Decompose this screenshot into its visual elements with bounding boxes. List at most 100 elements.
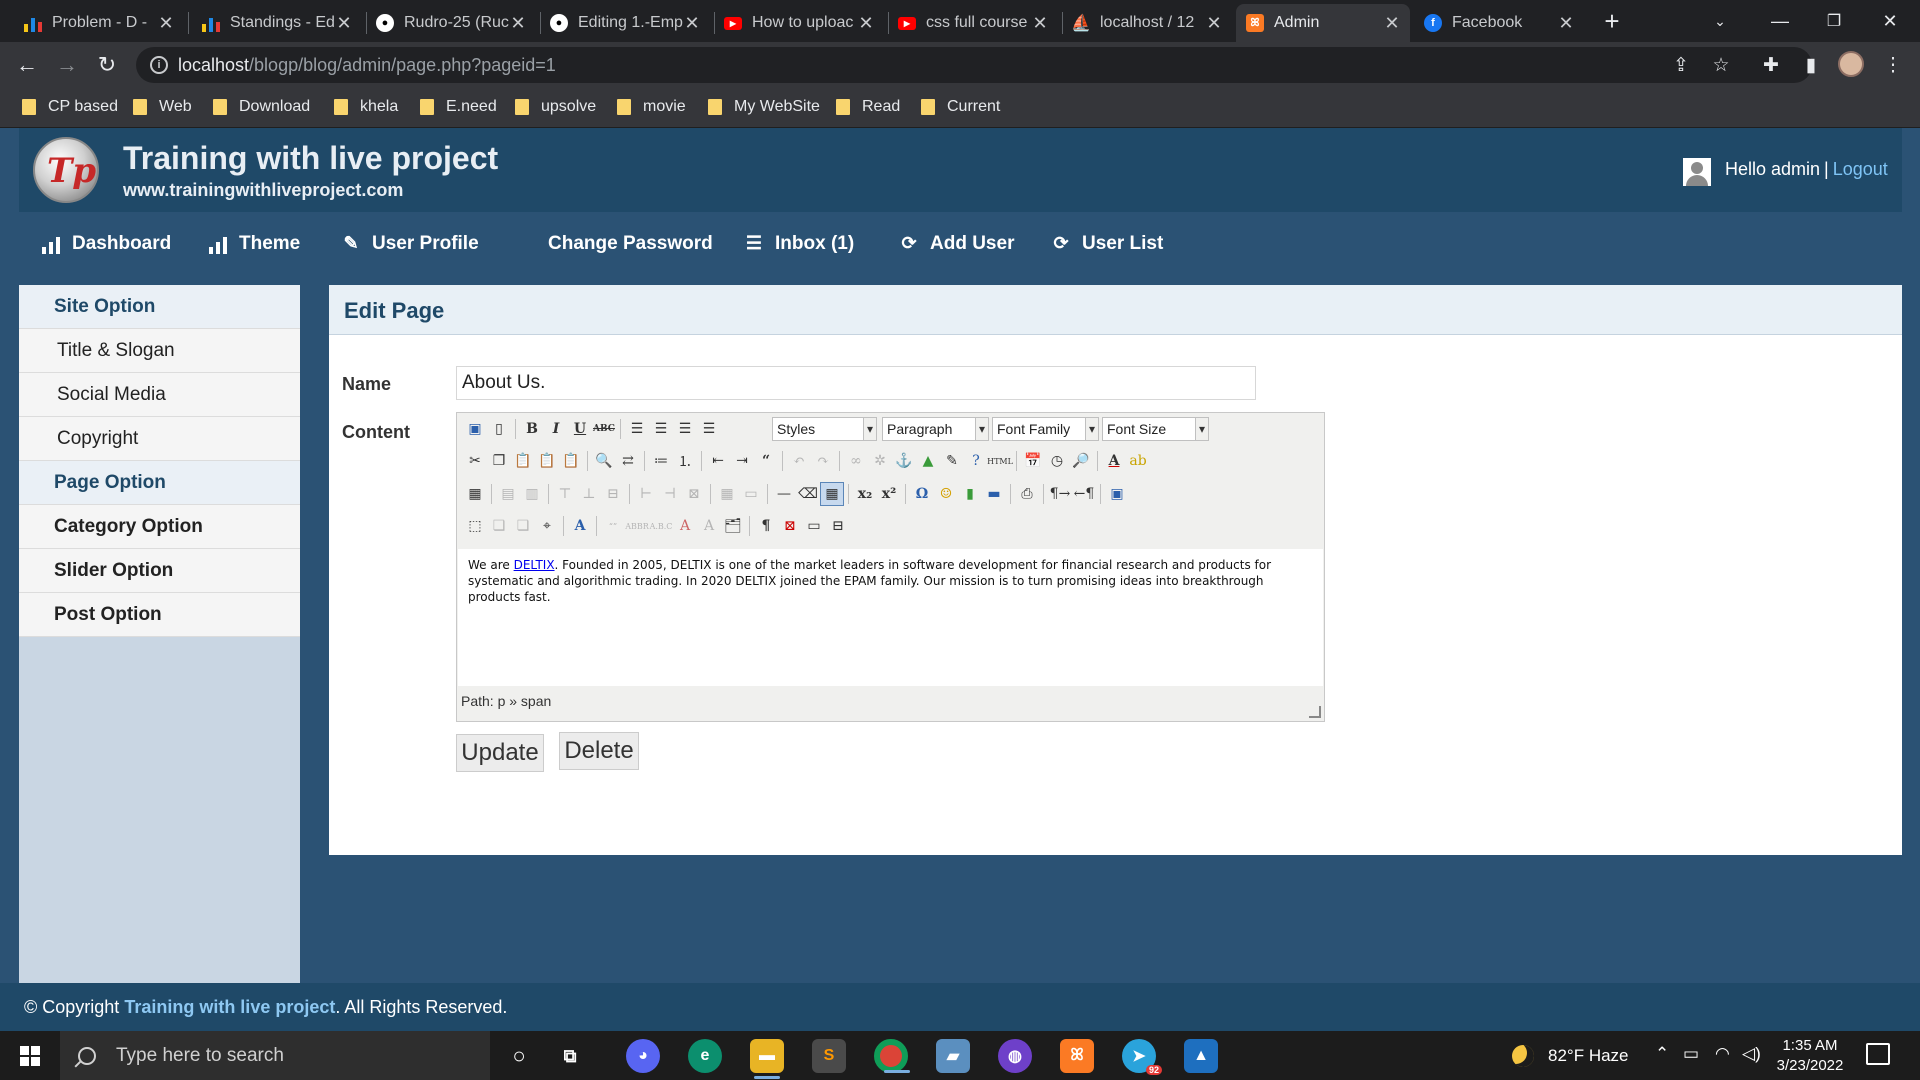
weather-widget[interactable]: 82°F Haze bbox=[1512, 1045, 1629, 1067]
taskbar-search-box[interactable]: Type here to search bbox=[60, 1031, 490, 1080]
align-center-icon[interactable]: ☰ bbox=[649, 417, 673, 441]
cut-icon[interactable]: ✂ bbox=[463, 449, 487, 473]
close-tab-icon[interactable]: ✕ bbox=[1558, 13, 1574, 34]
move-backward-icon[interactable]: ❏ bbox=[511, 514, 535, 538]
bookmark-folder[interactable]: Current bbox=[921, 98, 1000, 116]
bookmark-folder[interactable]: Download bbox=[213, 98, 310, 116]
bookmark-folder[interactable]: CP based bbox=[22, 98, 118, 116]
delete-text-icon[interactable]: A bbox=[673, 514, 697, 538]
update-button[interactable]: Update bbox=[456, 734, 544, 772]
acronym-icon[interactable]: A.B.C bbox=[649, 514, 673, 538]
sidebar-heading-slider-option[interactable]: Slider Option bbox=[19, 549, 300, 593]
page-break-icon[interactable]: ⊟ bbox=[826, 514, 850, 538]
bullet-list-icon[interactable]: ≔ bbox=[649, 449, 673, 473]
profile-avatar[interactable] bbox=[1838, 51, 1864, 77]
side-panel-icon[interactable]: ▮ bbox=[1798, 52, 1824, 78]
nav-dashboard[interactable]: Dashboard bbox=[40, 233, 171, 255]
sidebar-item-title-slogan[interactable]: Title & Slogan bbox=[19, 329, 300, 373]
underline-icon[interactable]: U bbox=[568, 417, 592, 441]
subscript-icon[interactable]: x₂ bbox=[853, 482, 877, 506]
close-window-button[interactable]: ✕ bbox=[1862, 0, 1918, 42]
visual-aid-icon[interactable]: ▦ bbox=[820, 482, 844, 506]
bookmark-folder[interactable]: Web bbox=[133, 98, 192, 116]
style-props-icon[interactable]: A bbox=[568, 514, 592, 538]
row-before-icon[interactable]: ⊤ bbox=[553, 482, 577, 506]
browser-tab[interactable]: ⛵ localhost / 12 ✕ bbox=[1062, 4, 1232, 42]
task-view-icon[interactable]: ⧉ bbox=[553, 1039, 587, 1073]
photos-icon[interactable]: ▲ bbox=[1184, 1039, 1218, 1073]
media-icon[interactable]: ▮ bbox=[958, 482, 982, 506]
insert-time-icon[interactable]: ◷ bbox=[1045, 449, 1069, 473]
browser-tab[interactable]: ▶ How to uploac ✕ bbox=[714, 4, 884, 42]
redo-icon[interactable]: ↷ bbox=[811, 449, 835, 473]
forward-arrow-icon[interactable]: → bbox=[52, 50, 82, 80]
file-explorer-icon[interactable]: ▬ bbox=[750, 1039, 784, 1079]
align-justify-icon[interactable]: ☰ bbox=[697, 417, 721, 441]
emoticon-icon[interactable]: ☺ bbox=[934, 482, 958, 506]
align-right-icon[interactable]: ☰ bbox=[673, 417, 697, 441]
nav-change-password[interactable]: Change Password bbox=[548, 233, 713, 255]
browser-tab[interactable]: ● Editing 1.-Emp ✕ bbox=[540, 4, 710, 42]
new-document-icon[interactable]: ▯ bbox=[487, 417, 511, 441]
sidebar-heading-post-option[interactable]: Post Option bbox=[19, 593, 300, 637]
back-arrow-icon[interactable]: ← bbox=[12, 50, 42, 80]
special-char-icon[interactable]: Ω bbox=[910, 482, 934, 506]
insert-date-icon[interactable]: 📅 bbox=[1021, 449, 1045, 473]
logout-link[interactable]: Logout bbox=[1833, 159, 1888, 179]
telegram-icon[interactable]: ➤ 92 bbox=[1122, 1039, 1162, 1075]
bookmark-folder[interactable]: My WebSite bbox=[708, 98, 820, 116]
horizontal-rule-icon[interactable]: — bbox=[772, 482, 796, 506]
align-left-icon[interactable]: ☰ bbox=[625, 417, 649, 441]
resize-handle-icon[interactable] bbox=[1309, 706, 1321, 718]
browser-tab[interactable]: ▶ css full course ✕ bbox=[888, 4, 1058, 42]
font-family-select[interactable]: Font Family bbox=[992, 417, 1099, 441]
chrome-icon[interactable] bbox=[874, 1039, 910, 1073]
insert-layer-icon[interactable]: ⬚ bbox=[463, 514, 487, 538]
col-before-icon[interactable]: ⊢ bbox=[634, 482, 658, 506]
html-source-icon[interactable]: HTML bbox=[987, 449, 1013, 473]
save-icon[interactable]: ▣ bbox=[463, 417, 487, 441]
image-icon[interactable]: ▲ bbox=[916, 449, 940, 473]
remove-format-icon[interactable]: ⌫ bbox=[796, 482, 820, 506]
col-after-icon[interactable]: ⊣ bbox=[658, 482, 682, 506]
close-tab-icon[interactable]: ✕ bbox=[858, 13, 874, 34]
paste-word-icon[interactable]: 📋 bbox=[559, 449, 583, 473]
anchor-icon[interactable]: ⚓ bbox=[892, 449, 916, 473]
browser-tab[interactable]: Standings - Ed ✕ bbox=[192, 4, 362, 42]
find-icon[interactable]: 🔍 bbox=[592, 449, 616, 473]
tab-search-icon[interactable]: ⌄ bbox=[1692, 0, 1748, 42]
editor-content-area[interactable]: We are DELTIX. Founded in 2005, DELTIX i… bbox=[458, 549, 1323, 686]
close-tab-icon[interactable]: ✕ bbox=[510, 13, 526, 34]
nav-inbox[interactable]: ☰ Inbox (1) bbox=[743, 233, 854, 255]
sidebar-heading-site-option[interactable]: Site Option bbox=[19, 285, 300, 329]
insert-table-icon[interactable]: ▦ bbox=[463, 482, 487, 506]
insert-text-icon[interactable]: A bbox=[697, 514, 721, 538]
advanced-hr-icon[interactable]: ▬ bbox=[982, 482, 1006, 506]
bookmark-folder[interactable]: movie bbox=[617, 98, 686, 116]
edge-icon[interactable]: e bbox=[688, 1039, 722, 1073]
non-breaking-icon[interactable]: ⊠ bbox=[778, 514, 802, 538]
text-color-icon[interactable]: A bbox=[1102, 449, 1126, 473]
page-name-input[interactable] bbox=[456, 366, 1256, 400]
unlink-icon[interactable]: ✲ bbox=[868, 449, 892, 473]
paragraph-select[interactable]: Paragraph bbox=[882, 417, 989, 441]
paste-icon[interactable]: 📋 bbox=[511, 449, 535, 473]
xampp-icon[interactable]: ꕤ bbox=[1060, 1039, 1094, 1073]
new-tab-button[interactable]: + bbox=[1584, 0, 1640, 42]
undo-icon[interactable]: ↶ bbox=[787, 449, 811, 473]
bookmark-folder[interactable]: E.need bbox=[420, 98, 497, 116]
delete-col-icon[interactable]: ⊠ bbox=[682, 482, 706, 506]
outdent-icon[interactable]: ⇤ bbox=[706, 449, 730, 473]
highlight-color-icon[interactable]: ab bbox=[1126, 449, 1150, 473]
browser-tab[interactable]: ● Rudro-25 (Ruc ✕ bbox=[366, 4, 536, 42]
close-tab-icon[interactable]: ✕ bbox=[684, 13, 700, 34]
windows-start-button[interactable] bbox=[0, 1031, 60, 1080]
nav-user-profile[interactable]: ✎ User Profile bbox=[340, 233, 478, 255]
print-icon[interactable]: ⎙ bbox=[1015, 482, 1039, 506]
rtl-icon[interactable]: ←¶ bbox=[1072, 482, 1096, 506]
cite-icon[interactable]: “” bbox=[601, 514, 625, 538]
notification-center-icon[interactable] bbox=[1866, 1043, 1890, 1065]
blockquote-icon[interactable]: “ bbox=[754, 449, 778, 473]
superscript-icon[interactable]: x² bbox=[877, 482, 901, 506]
numbered-list-icon[interactable]: ⒈ bbox=[673, 449, 697, 473]
